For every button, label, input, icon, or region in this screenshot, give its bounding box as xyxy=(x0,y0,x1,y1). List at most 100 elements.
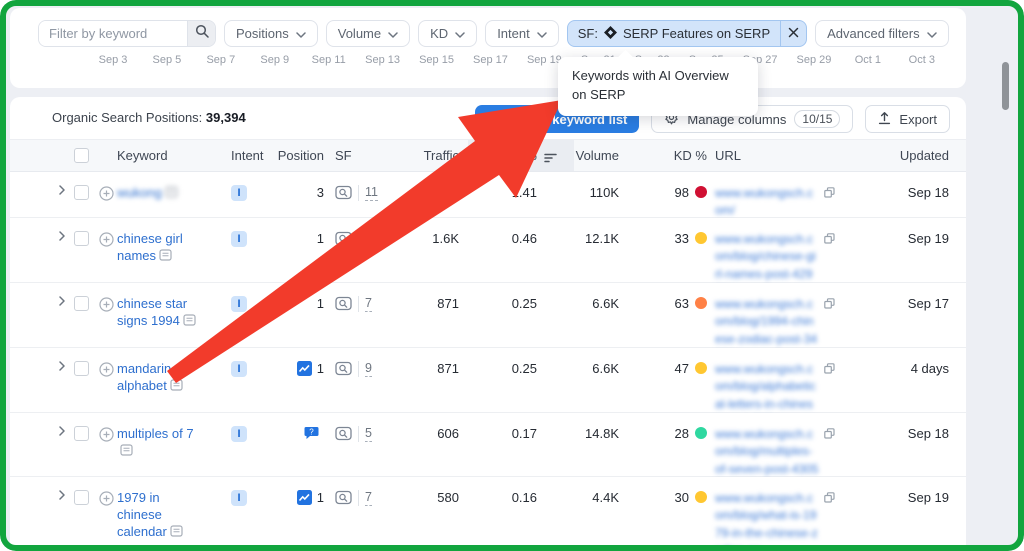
add-to-list-icon[interactable] xyxy=(99,491,114,511)
header-position[interactable]: Position xyxy=(250,140,324,171)
serp-preview-icon[interactable] xyxy=(335,231,352,251)
intent-cell: I xyxy=(231,185,251,201)
row-checkbox[interactable] xyxy=(74,490,89,505)
position-cell: 1 xyxy=(250,361,324,379)
export-label: Export xyxy=(899,111,937,127)
header-sf[interactable]: SF xyxy=(335,140,352,171)
serp-preview-icon[interactable] xyxy=(335,490,352,510)
serp-preview-icon[interactable] xyxy=(335,361,352,381)
intent-badge: I xyxy=(231,361,247,377)
header-url[interactable]: URL xyxy=(715,140,741,171)
keyword-link[interactable]: wukong xyxy=(117,185,199,202)
traffic-cell: 606 xyxy=(437,426,459,441)
add-to-list-icon[interactable] xyxy=(99,232,114,252)
kd-filter-dropdown[interactable]: KD xyxy=(418,20,478,47)
external-link-icon[interactable] xyxy=(824,361,835,379)
keyword-link[interactable]: chinese star signs 1994 xyxy=(117,296,199,330)
serp-preview-icon[interactable] xyxy=(335,296,352,316)
traffic-cell: 1.6K xyxy=(432,231,459,246)
header-traffic-pct[interactable]: Traffic % xyxy=(475,140,537,171)
url-link[interactable]: www.wukongsch.com/ xyxy=(715,185,819,220)
header-volume[interactable]: Volume xyxy=(555,140,619,171)
header-kd-label: KD % xyxy=(673,148,707,163)
expand-row-chevron-icon[interactable] xyxy=(57,231,71,241)
divider xyxy=(358,231,359,247)
sf-count-link[interactable]: 9 xyxy=(365,361,372,377)
sf-count-link[interactable]: 7 xyxy=(365,490,372,506)
intent-filter-dropdown[interactable]: Intent xyxy=(485,20,559,47)
chevron-down-icon xyxy=(536,26,547,41)
serp-preview-icon[interactable] xyxy=(335,426,352,446)
volume-filter-dropdown[interactable]: Volume xyxy=(325,20,411,47)
chevron-down-icon xyxy=(388,26,398,41)
sf-count-link[interactable]: 5 xyxy=(365,426,372,442)
add-to-list-icon[interactable] xyxy=(99,297,114,317)
row-checkbox[interactable] xyxy=(74,296,89,311)
row-checkbox-cell xyxy=(74,296,90,311)
traffic-cell: 871 xyxy=(437,296,459,311)
add-to-list-icon[interactable] xyxy=(99,427,114,447)
add-to-list-icon[interactable] xyxy=(99,186,114,206)
header-traffic[interactable]: Traffic xyxy=(395,140,459,171)
expand-row-chevron-icon[interactable] xyxy=(57,490,71,500)
url-link[interactable]: www.wukongsch.com/blog/what-is-1979-in-t… xyxy=(715,490,819,551)
axis-tick: Sep 7 xyxy=(206,54,236,66)
keyword-link[interactable]: mandarin alphabet xyxy=(117,361,199,395)
filters-chart-card: Positions Volume KD Intent SF: SERP Feat… xyxy=(10,8,966,88)
traffic-pct-cell: 0.46 xyxy=(511,231,537,246)
updated-cell: Sep 17 xyxy=(907,296,949,311)
kd-cell: 30 xyxy=(635,490,707,505)
keyword-link[interactable]: chinese girl names xyxy=(117,231,199,265)
kd-filter-label: KD xyxy=(430,26,449,41)
external-link-icon[interactable] xyxy=(824,296,835,314)
search-icon xyxy=(195,24,209,43)
add-to-list-icon[interactable] xyxy=(99,362,114,382)
external-link-icon[interactable] xyxy=(824,426,835,444)
sf-chip-label: SERP Features on SERP xyxy=(622,26,771,41)
ai-overview-diamond-icon xyxy=(603,25,617,42)
expand-row-chevron-icon[interactable] xyxy=(57,361,71,371)
url-cell: www.wukongsch.com/ xyxy=(715,185,835,220)
position-value: 1 xyxy=(316,231,324,246)
table-row: mandarin alphabet I 1 9 871 0.25 6.6K 47… xyxy=(10,348,966,428)
row-checkbox[interactable] xyxy=(74,185,89,200)
keyword-cell: mandarin alphabet xyxy=(99,361,217,395)
positions-filter-dropdown[interactable]: Positions xyxy=(224,20,318,47)
traffic-pct-cell: 0.25 xyxy=(511,296,537,311)
export-button[interactable]: Export xyxy=(865,105,950,133)
keyword-link[interactable]: 1979 in chinese calendar xyxy=(117,490,199,541)
header-keyword[interactable]: Keyword xyxy=(117,140,168,171)
row-checkbox[interactable] xyxy=(74,426,89,441)
sf-count-link[interactable]: 7 xyxy=(365,296,372,312)
expand-row-chevron-icon[interactable] xyxy=(57,296,71,306)
external-link-icon[interactable] xyxy=(824,231,835,249)
advanced-filters-dropdown[interactable]: Advanced filters xyxy=(815,20,949,47)
search-button[interactable] xyxy=(187,21,215,46)
intent-cell: I xyxy=(231,296,251,312)
kd-cell: 28 xyxy=(635,426,707,441)
external-link-icon[interactable] xyxy=(824,490,835,508)
row-checkbox[interactable] xyxy=(74,231,89,246)
keyword-link[interactable]: multiples of 7 xyxy=(117,426,199,460)
expand-row-chevron-icon[interactable] xyxy=(57,185,71,195)
keyword-filter-input[interactable] xyxy=(39,21,187,46)
serp-preview-icon[interactable] xyxy=(335,185,352,205)
chart-date-axis: Sep 3 Sep 5 Sep 7 Sep 9 Sep 11 Sep 13 Se… xyxy=(91,54,944,66)
intent-cell: I xyxy=(231,361,251,377)
sf-chip-remove-button[interactable] xyxy=(780,21,806,46)
external-link-icon[interactable] xyxy=(824,185,835,203)
snapshot-icon xyxy=(170,379,183,391)
vertical-scrollbar-thumb[interactable] xyxy=(1002,62,1009,110)
sf-filter-chip[interactable]: SF: SERP Features on SERP xyxy=(566,20,808,47)
intent-badge: I xyxy=(231,296,247,312)
row-checkbox[interactable] xyxy=(74,361,89,376)
axis-tick: Sep 13 xyxy=(365,54,401,66)
position-cell: ? xyxy=(250,426,324,443)
header-kd[interactable]: KD % xyxy=(635,140,707,171)
header-updated[interactable]: Updated xyxy=(849,140,949,171)
expand-row-chevron-icon[interactable] xyxy=(57,426,71,436)
axis-tick: Sep 5 xyxy=(152,54,182,66)
select-all-checkbox[interactable] xyxy=(74,148,89,163)
sf-count-link[interactable]: 11 xyxy=(365,185,378,201)
intent-badge: I xyxy=(231,185,247,201)
